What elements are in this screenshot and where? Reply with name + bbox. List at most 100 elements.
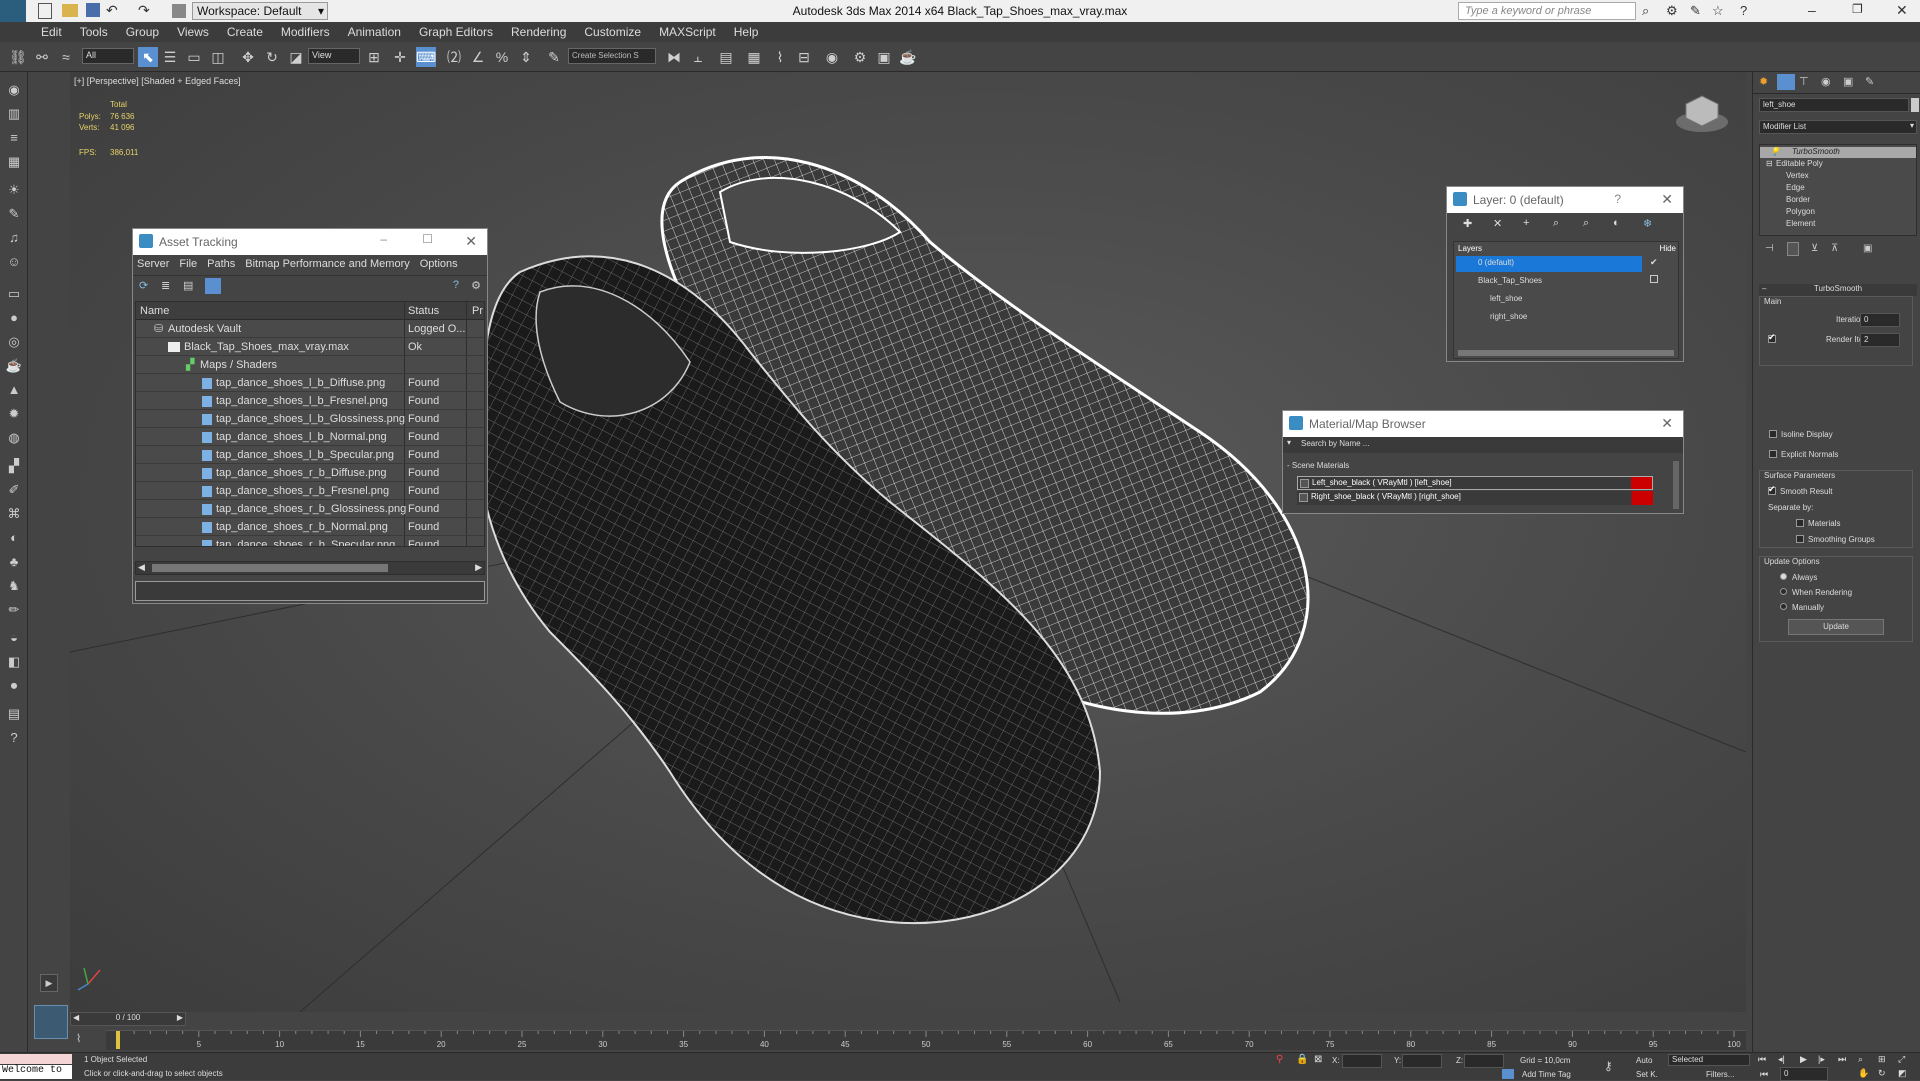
layer-row-default[interactable]: 0 (default) — [1456, 256, 1642, 272]
stack-item-polygon[interactable]: Polygon — [1760, 207, 1916, 218]
delete-layer-icon[interactable]: ✕ — [1493, 217, 1502, 230]
menu-tools[interactable]: Tools — [71, 22, 117, 42]
menu-customize[interactable]: Customize — [575, 22, 650, 42]
select-object-icon[interactable]: ⬉ — [138, 47, 158, 67]
material-scrollbar[interactable] — [1673, 461, 1679, 509]
add-to-layer-icon[interactable]: + — [1523, 217, 1529, 229]
material-browser-titlebar[interactable]: Material/Map Browser ✕ — [1283, 411, 1683, 437]
maximize-icon[interactable]: ❐ — [1852, 2, 1863, 16]
view-cube[interactable] — [1676, 95, 1728, 132]
table-row[interactable]: tap_dance_shoes_r_b_Diffuse.png Found — [136, 464, 484, 482]
asset-tracking-titlebar[interactable]: Asset Tracking – ☐ ✕ — [133, 229, 487, 255]
stack-item-border[interactable]: Border — [1760, 195, 1916, 206]
material-item[interactable]: Left_shoe_black ( VRayMtl ) [left_shoe] — [1297, 476, 1653, 490]
table-row[interactable]: tap_dance_shoes_r_b_Fresnel.png Found — [136, 482, 484, 500]
modify-tab-icon[interactable] — [1777, 74, 1795, 90]
menu-rendering[interactable]: Rendering — [502, 22, 575, 42]
binoculars-icon[interactable]: ⌕ — [1642, 3, 1649, 19]
material-search-input[interactable]: ▾ Search by Name ... — [1283, 437, 1683, 453]
expand-icon[interactable]: ⊟ — [1766, 159, 1773, 168]
rectangular-region-icon[interactable]: ▭ — [184, 47, 204, 67]
search-box[interactable]: Type a keyword or phrase — [1458, 2, 1636, 20]
teapot-icon[interactable]: ☕ — [4, 356, 24, 376]
table-row[interactable]: ⛁ Autodesk Vault Logged O... — [136, 320, 484, 338]
zoom-icon[interactable]: ⌕ — [1858, 1054, 1863, 1065]
close-icon[interactable]: ✕ — [1661, 191, 1673, 208]
stack-icon[interactable]: ▤ — [4, 704, 24, 724]
rotate-icon[interactable]: ↻ — [262, 47, 282, 67]
audio-icon[interactable]: ♫ — [4, 228, 24, 248]
curve-editor-mini-icon[interactable]: ⌇ — [76, 1032, 92, 1048]
help-icon[interactable]: ? — [1740, 3, 1747, 18]
menu-edit[interactable]: Edit — [32, 22, 71, 42]
menu-views[interactable]: Views — [168, 22, 218, 42]
select-by-name-icon[interactable]: ☰ — [160, 47, 180, 67]
render-iters-spinner[interactable]: 2 — [1860, 333, 1900, 347]
at-menu-bitmap[interactable]: Bitmap Performance and Memory — [245, 258, 409, 270]
table-row[interactable]: tap_dance_shoes_l_b_Specular.png Found — [136, 446, 484, 464]
turbosmooth-rollout-title[interactable]: – TurboSmooth — [1759, 284, 1917, 296]
maxscript-listener[interactable]: Welcome to — [0, 1065, 72, 1079]
ref-coord-dropdown[interactable]: View — [308, 48, 360, 64]
mini-listener-box[interactable] — [34, 1005, 68, 1039]
help-icon[interactable]: ? — [453, 279, 459, 291]
col-status[interactable]: Status — [408, 305, 439, 317]
col-proxy[interactable]: Pr — [472, 305, 483, 317]
grid-view-icon[interactable] — [205, 278, 221, 294]
at-menu-file[interactable]: File — [179, 258, 197, 270]
create-tab-icon[interactable]: ✹ — [1759, 75, 1768, 88]
table-row[interactable]: tap_dance_shoes_l_b_Fresnel.png Found — [136, 392, 484, 410]
scroll-right-icon[interactable]: ▶ — [177, 1013, 183, 1022]
scroll-right-icon[interactable]: ▶ — [475, 562, 482, 573]
table-row[interactable]: tap_dance_shoes_l_b_Glossiness.png Found — [136, 410, 484, 428]
close-icon[interactable]: ✕ — [465, 233, 477, 250]
bind-space-warp-icon[interactable]: ≈ — [56, 47, 76, 67]
render-production-icon[interactable]: ☕ — [898, 47, 918, 67]
prev-frame-icon[interactable]: ◂| — [1778, 1054, 1785, 1065]
menu-maxscript[interactable]: MAXScript — [650, 22, 725, 42]
planet-icon[interactable]: ◒ — [4, 628, 24, 648]
filters-button[interactable]: Filters... — [1706, 1070, 1734, 1079]
favorites-icon[interactable]: ☆ — [1712, 3, 1724, 19]
layer-manager-icon[interactable]: ▤ — [716, 47, 736, 67]
menu-graph-editors[interactable]: Graph Editors — [410, 22, 502, 42]
table-row[interactable]: tap_dance_shoes_l_b_Normal.png Found — [136, 428, 484, 446]
minimize-icon[interactable]: – — [1808, 2, 1816, 18]
absolute-mode-icon[interactable]: ⊠ — [1314, 1054, 1322, 1065]
always-radio[interactable] — [1780, 573, 1787, 580]
close-icon[interactable]: ✕ — [1661, 415, 1673, 432]
cylinder-icon[interactable]: ◎ — [4, 332, 24, 352]
isolate-icon[interactable]: ⚲ — [1276, 1054, 1283, 1065]
torus-icon[interactable]: ◍ — [4, 428, 24, 448]
isoline-checkbox[interactable] — [1769, 430, 1777, 438]
smoothing-groups-checkbox[interactable] — [1796, 535, 1804, 543]
list-view-icon[interactable]: ≣ — [161, 279, 170, 292]
character-icon[interactable]: ☺ — [4, 252, 24, 272]
orbit-icon[interactable]: ↻ — [1878, 1068, 1886, 1079]
at-menu-paths[interactable]: Paths — [207, 258, 235, 270]
time-slider[interactable]: ◀ 0 / 100 ▶ — [70, 1012, 186, 1026]
current-time-marker[interactable] — [116, 1031, 120, 1049]
schematic-view-icon[interactable]: ⊟ — [794, 47, 814, 67]
configure-sets-icon[interactable]: ▣ — [1863, 243, 1872, 254]
paint-icon[interactable]: ✐ — [4, 480, 24, 500]
lightbulb-icon[interactable]: 💡 — [1770, 147, 1780, 156]
add-time-tag[interactable]: Add Time Tag — [1522, 1070, 1571, 1079]
keyboard-shortcut-icon[interactable]: ⌨ — [416, 47, 436, 67]
fov-icon[interactable]: ◩ — [1898, 1068, 1907, 1079]
named-selection-dropdown[interactable]: Create Selection S — [568, 48, 656, 64]
modifier-list-dropdown[interactable]: Modifier List ▾ — [1759, 120, 1917, 134]
blend-icon[interactable]: ◧ — [4, 652, 24, 672]
list-icon[interactable]: ≡ — [4, 128, 24, 148]
lock-selection-icon[interactable]: 🔒 — [1296, 1054, 1308, 1065]
remove-modifier-icon[interactable]: ⊼ — [1831, 243, 1838, 254]
at-menu-options[interactable]: Options — [420, 258, 458, 270]
hide-all-icon[interactable]: ◐ — [1613, 217, 1620, 229]
close-icon[interactable]: ✕ — [1896, 2, 1908, 19]
pan-icon[interactable]: ✋ — [1858, 1068, 1869, 1079]
table-view-icon[interactable]: ▤ — [183, 279, 193, 292]
goto-end-icon[interactable]: ⏭ — [1838, 1054, 1846, 1065]
menu-help[interactable]: Help — [725, 22, 768, 42]
globe-icon[interactable]: ◐ — [4, 528, 24, 548]
track-bar[interactable]: 0510152025303540455055606570758085909510… — [106, 1030, 1746, 1050]
